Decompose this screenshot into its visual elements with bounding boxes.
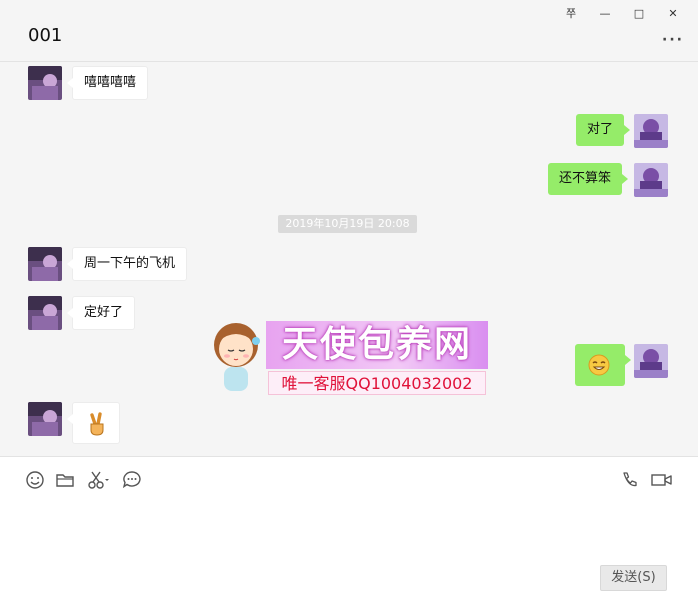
send-button[interactable]: 发送(S) — [600, 565, 667, 591]
phone-icon — [623, 472, 637, 487]
chat-history-button[interactable] — [121, 469, 143, 491]
message-list[interactable]: 嘻嘻嘻嘻 对了 还不算笨 2019年10月19日 20:08 周一下午的飞机 定… — [0, 62, 698, 456]
screenshot-button[interactable] — [86, 469, 112, 491]
scissors-icon — [88, 471, 109, 489]
maximize-button[interactable]: □ — [622, 4, 656, 22]
message-timestamp: 2019年10月19日 20:08 — [278, 215, 417, 233]
watermark-title: 天使包养网 — [266, 321, 488, 369]
message-bubble-outgoing[interactable] — [575, 344, 631, 386]
minimize-button[interactable]: — — [588, 4, 622, 22]
video-call-button[interactable] — [650, 469, 674, 491]
my-avatar[interactable] — [634, 344, 668, 378]
victory-hand-emoji-icon — [90, 412, 104, 436]
title-bar: 001 쭈 — □ ✕ ··· — [0, 0, 698, 62]
message-bubble-incoming[interactable]: 定好了 — [66, 296, 136, 330]
voice-call-button[interactable] — [619, 469, 641, 491]
my-avatar[interactable] — [634, 114, 668, 148]
message-bubble-incoming[interactable] — [67, 402, 120, 444]
watermark-overlay: 天使包养网 唯一客服QQ1004032002 — [208, 319, 490, 399]
contact-avatar[interactable] — [28, 296, 62, 330]
smile-icon — [26, 471, 44, 489]
emoji-button[interactable] — [24, 469, 46, 491]
send-file-button[interactable] — [54, 469, 76, 491]
chat-title: 001 — [28, 25, 63, 46]
cartoon-girl-icon — [214, 323, 260, 391]
close-button[interactable]: ✕ — [656, 4, 690, 22]
grin-emoji-icon — [588, 354, 610, 376]
pin-button[interactable]: 쭈 — [554, 4, 588, 22]
more-options-button[interactable]: ··· — [662, 32, 684, 48]
folder-icon — [56, 474, 74, 487]
message-bubble-incoming[interactable]: 嘻嘻嘻嘻 — [66, 66, 149, 100]
message-bubble-incoming[interactable]: 周一下午的飞机 — [66, 247, 188, 281]
message-bubble-outgoing[interactable]: 还不算笨 — [548, 163, 629, 195]
input-area[interactable]: 发送(S) — [0, 456, 698, 595]
video-icon — [651, 474, 672, 486]
contact-avatar[interactable] — [28, 402, 62, 436]
contact-avatar[interactable] — [28, 66, 62, 100]
my-avatar[interactable] — [634, 163, 668, 197]
message-bubble-outgoing[interactable]: 对了 — [576, 114, 631, 146]
chat-bubble-icon — [122, 471, 141, 489]
watermark-subtitle: 唯一客服QQ1004032002 — [268, 371, 486, 395]
window-controls: 쭈 — □ ✕ — [554, 4, 690, 22]
contact-avatar[interactable] — [28, 247, 62, 281]
